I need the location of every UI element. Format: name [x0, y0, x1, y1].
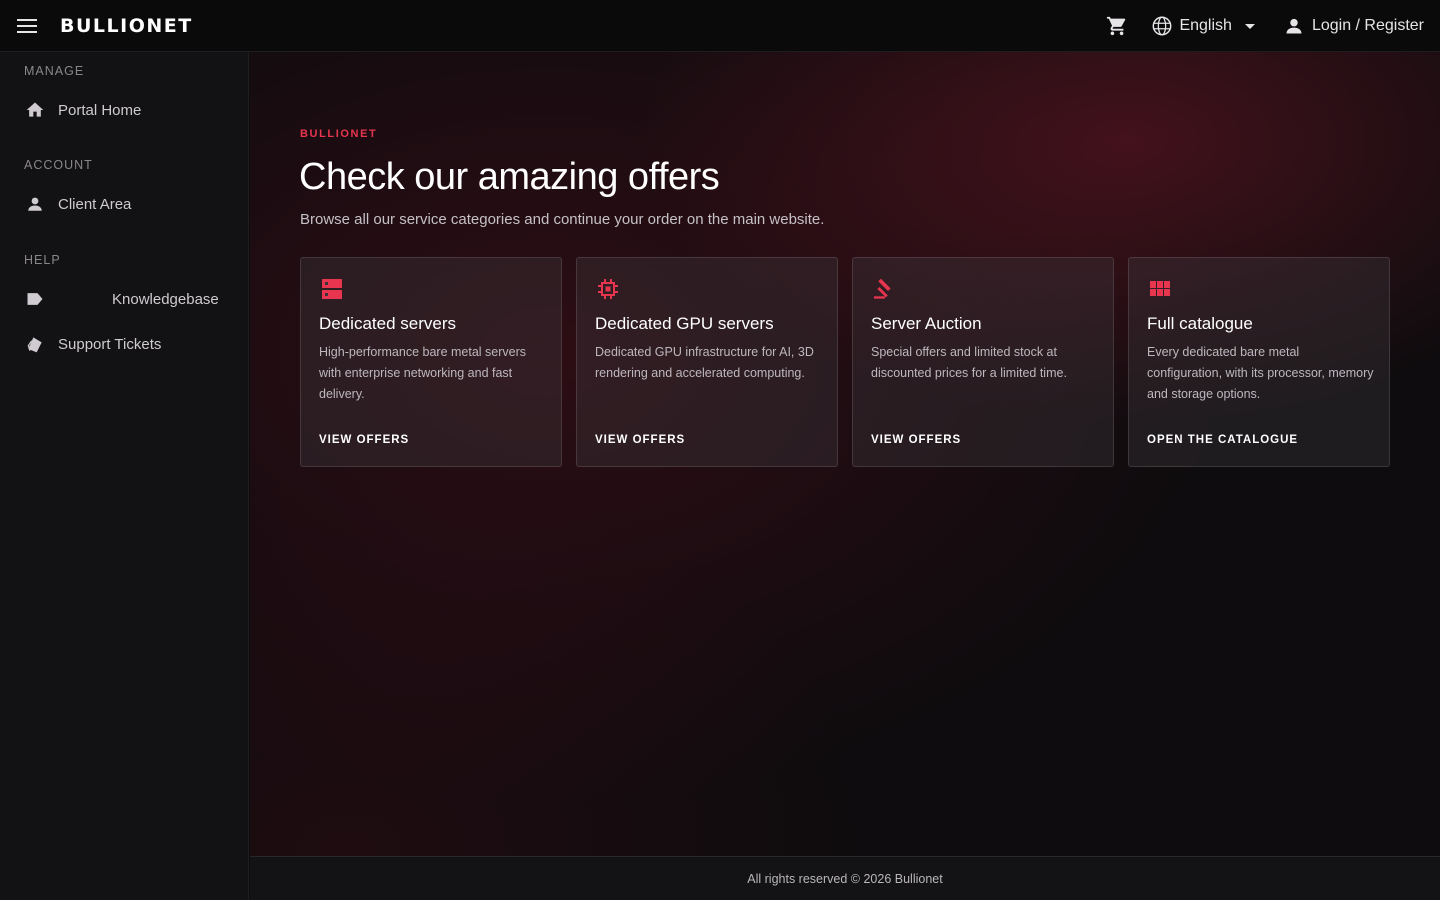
card-description: High-performance bare metal servers with…	[319, 345, 527, 401]
sidebar-item-client-area[interactable]: Client Area	[0, 184, 249, 224]
user-icon	[1286, 18, 1302, 33]
offer-cards: Dedicated servers High-performance bare …	[300, 257, 1390, 467]
offer-card-dedicated-servers[interactable]: Dedicated servers High-performance bare …	[300, 257, 562, 467]
page-eyebrow: BULLIONET	[300, 128, 378, 140]
sidebar-item-label: Client Area	[58, 195, 132, 213]
card-description: Special offers and limited stock at disc…	[871, 345, 1067, 380]
ticket-icon	[24, 333, 46, 355]
footer: All rights reserved © 2026 Bullionet	[250, 856, 1440, 900]
page-subtitle: Browse all our service categories and co…	[300, 211, 825, 228]
sidebar-item-label: Portal Home	[58, 101, 142, 119]
offer-card-gpu-servers[interactable]: Dedicated GPU servers Dedicated GPU infr…	[576, 257, 838, 467]
view-offers-link[interactable]: VIEW OFFERS	[871, 434, 961, 446]
sidebar-section-manage: MANAGE	[24, 64, 85, 78]
tag-icon	[24, 288, 46, 310]
menu-toggle-button[interactable]	[0, 0, 54, 52]
cart-button[interactable]	[1097, 6, 1137, 46]
hamburger-icon	[17, 18, 37, 33]
card-description: Every dedicated bare metal configuration…	[1147, 345, 1374, 401]
copyright-text: All rights reserved © 2026 Bullionet	[747, 871, 943, 886]
server-icon	[321, 278, 343, 300]
language-label: English	[1179, 16, 1232, 34]
offer-card-full-catalogue[interactable]: Full catalogue Every dedicated bare meta…	[1128, 257, 1390, 467]
sidebar-item-portal-home[interactable]: Portal Home	[0, 90, 249, 130]
language-selector[interactable]: English	[1151, 15, 1255, 37]
chip-icon	[597, 278, 619, 300]
login-register-button[interactable]: Login / Register	[1284, 16, 1424, 36]
view-offers-link[interactable]: VIEW OFFERS	[595, 434, 685, 446]
sidebar-item-label: Support Tickets	[58, 335, 162, 353]
sidebar-section-account: ACCOUNT	[24, 158, 93, 172]
globe-icon	[1153, 16, 1172, 35]
view-offers-link[interactable]: VIEW OFFERS	[319, 434, 409, 446]
top-bar: BULLIONET English Login / Register	[0, 0, 1440, 52]
top-bar-actions: English Login / Register	[1097, 0, 1440, 52]
card-title: Dedicated GPU servers	[595, 314, 774, 333]
card-description: Dedicated GPU infrastructure for AI, 3D …	[595, 345, 814, 380]
card-title: Server Auction	[871, 314, 982, 333]
sidebar-item-support-tickets[interactable]: Support Tickets	[0, 324, 249, 364]
home-icon	[24, 99, 46, 121]
sidebar-item-label: Knowledgebase	[112, 290, 219, 308]
grid-icon	[1149, 278, 1171, 300]
offer-card-server-auction[interactable]: Server Auction Special offers and limite…	[852, 257, 1114, 467]
login-register-label: Login / Register	[1311, 16, 1424, 34]
open-catalogue-link[interactable]: OPEN THE CATALOGUE	[1147, 434, 1298, 446]
gavel-icon	[873, 278, 895, 300]
card-title: Full catalogue	[1147, 314, 1253, 333]
sidebar: MANAGE Portal Home ACCOUNT Client Area H…	[0, 52, 249, 900]
sidebar-section-help: HELP	[24, 253, 61, 267]
user-icon	[24, 193, 46, 215]
cart-icon	[1107, 16, 1126, 35]
page-title: Check our amazing offers	[299, 156, 720, 198]
caret-down-icon	[1244, 23, 1255, 29]
card-title: Dedicated servers	[319, 314, 457, 333]
brand-logo[interactable]: BULLIONET	[60, 15, 193, 37]
main-content: BULLIONET Check our amazing offers Brows…	[250, 52, 1440, 856]
sidebar-item-knowledgebase[interactable]: Knowledgebase	[0, 279, 249, 319]
